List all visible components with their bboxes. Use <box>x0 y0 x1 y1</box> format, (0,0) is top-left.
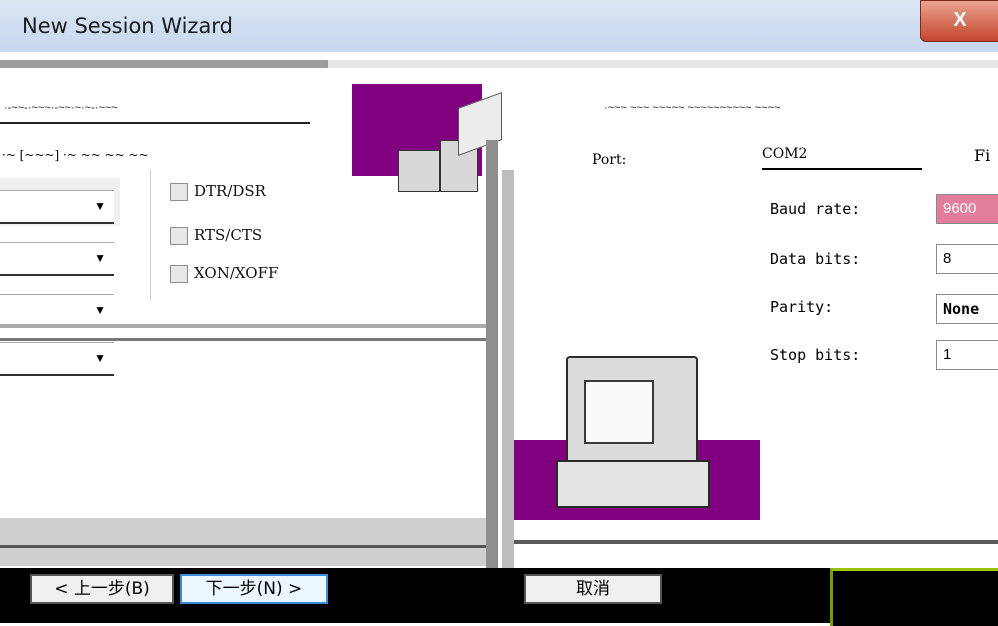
title-bar: New Session Wizard X <box>0 0 998 52</box>
xon-xoff-label: XON/XOFF <box>194 264 279 282</box>
stop-bits-select[interactable]: 1 <box>936 340 998 370</box>
parity-label: Parity: <box>770 298 834 316</box>
graphic-pole-shadow <box>502 170 514 570</box>
left-field-label: ·~ [~~~] ·~ ~~ ~~ ~~ <box>2 148 149 162</box>
computer-screen-icon <box>584 380 654 444</box>
dtr-dsr-label: DTR/DSR <box>194 182 266 200</box>
graphic-pole <box>486 140 498 623</box>
window-title: New Session Wizard <box>22 14 233 38</box>
left-dropdown-2[interactable]: ▼ <box>0 242 114 276</box>
flow-control-label: Fi <box>974 146 991 165</box>
data-bits-label: Data bits: <box>770 250 861 268</box>
back-button[interactable]: < 上一步(B) <box>30 574 174 604</box>
left-heading: ·-~~-·~~~·-~~·~·~-·~~~ <box>4 102 118 114</box>
left-dropdown-1[interactable]: ▼ <box>0 190 114 224</box>
right-bottom-line <box>514 540 998 544</box>
rts-cts-checkbox[interactable]: RTS/CTS <box>170 226 262 250</box>
baud-rate-select[interactable]: 9600 <box>936 194 998 224</box>
stop-bits-label: Stop bits: <box>770 346 861 364</box>
next-button[interactable]: 下一步(N) > <box>180 574 328 604</box>
computer-icon <box>566 356 698 470</box>
dtr-dsr-checkbox[interactable]: DTR/DSR <box>170 182 266 206</box>
rts-cts-label: RTS/CTS <box>194 226 263 244</box>
left-bottom-line <box>0 545 490 548</box>
port-label: Port: <box>592 152 627 168</box>
baud-rate-label: Baud rate: <box>770 200 861 218</box>
building-icon <box>398 150 440 192</box>
left-heading-underline <box>0 122 310 124</box>
port-select[interactable]: COM2 <box>762 146 922 170</box>
checkbox-box[interactable] <box>170 227 188 245</box>
left-separator <box>0 324 490 328</box>
parity-select[interactable]: None <box>936 294 998 324</box>
left-bottom-band <box>0 518 490 566</box>
left-top-divider <box>0 60 330 68</box>
chevron-down-icon: ▼ <box>94 351 106 365</box>
checkbox-box[interactable] <box>170 183 188 201</box>
finish-button-area <box>830 568 998 626</box>
left-separator-2 <box>0 338 490 341</box>
chevron-down-icon: ▼ <box>94 251 106 265</box>
data-bits-select[interactable]: 8 <box>936 244 998 274</box>
chevron-down-icon: ▼ <box>94 199 106 213</box>
xon-xoff-checkbox[interactable]: XON/XOFF <box>170 264 278 288</box>
right-instructions: ·~~~ ~~~ ~~~~~ ~~~~~~~~~~ ~~~~ <box>604 102 781 114</box>
right-top-divider <box>326 60 998 68</box>
close-button[interactable]: X <box>920 0 998 42</box>
cancel-button[interactable]: 取消 <box>524 574 662 604</box>
checkbox-box[interactable] <box>170 265 188 283</box>
left-dropdown-4[interactable]: ▼ <box>0 342 114 376</box>
chevron-down-icon: ▼ <box>94 303 106 317</box>
left-dropdown-3[interactable]: ▼ <box>0 294 114 328</box>
computer-base-icon <box>556 460 710 508</box>
